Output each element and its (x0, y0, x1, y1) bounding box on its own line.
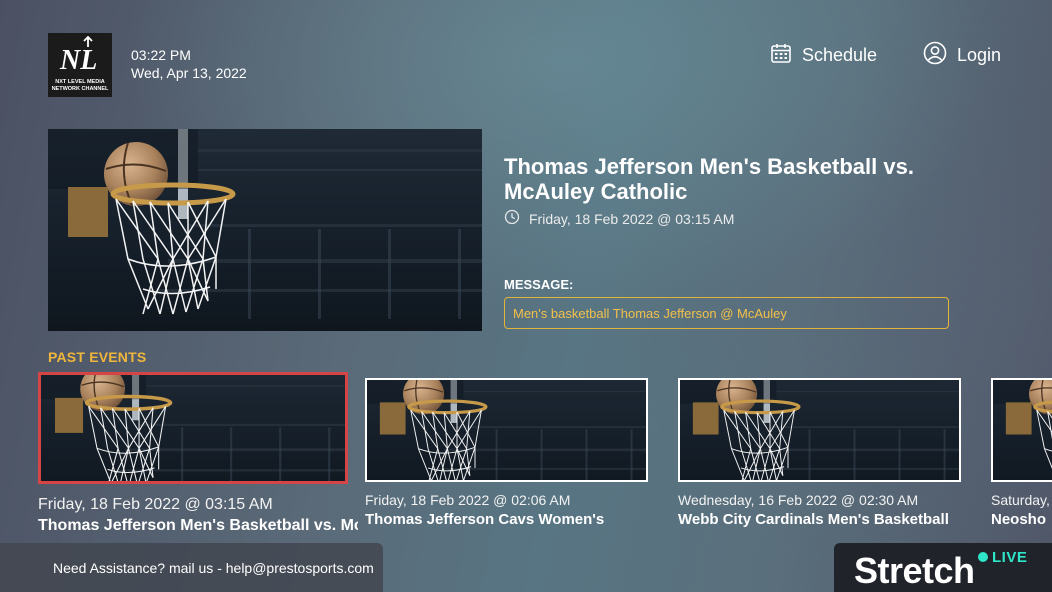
brand-logo: Stretch LIVE (834, 543, 1052, 592)
clock-icon (504, 209, 520, 228)
calendar-icon (770, 42, 792, 69)
featured-datetime-text: Friday, 18 Feb 2022 @ 03:15 AM (529, 210, 735, 227)
logo-caption-1: NXT LEVEL MEDIA (55, 79, 104, 85)
schedule-button[interactable]: Schedule (770, 42, 877, 68)
featured-thumbnail[interactable] (48, 129, 482, 331)
help-text[interactable]: Need Assistance? mail us - help@prestosp… (53, 560, 374, 576)
event-card[interactable]: Friday, 18 Feb 2022 @ 03:15 AM Thomas Je… (38, 372, 358, 542)
current-date: Wed, Apr 13, 2022 (131, 65, 247, 81)
event-card[interactable]: Wednesday, 16 Feb 2022 @ 02:30 AM Webb C… (678, 378, 968, 538)
event-title: Thomas Jefferson Men's Basketball vs. Mc… (38, 517, 358, 534)
clock: 03:22 PM Wed, Apr 13, 2022 (131, 46, 247, 82)
message-box: Men's basketball Thomas Jefferson @ McAu… (504, 297, 949, 329)
event-thumbnail (991, 378, 1052, 482)
event-title: Neosho (991, 511, 1047, 528)
login-label: Login (957, 44, 1002, 65)
help-bar: Need Assistance? mail us - help@prestosp… (0, 543, 383, 592)
past-events-title: PAST EVENTS (48, 349, 147, 365)
event-date: Friday, 18 Feb 2022 @ 02:06 AM (365, 492, 571, 508)
event-title: Thomas Jefferson Cavs Women's (365, 511, 605, 528)
event-thumbnail (38, 372, 348, 484)
event-card[interactable]: Friday, 18 Feb 2022 @ 02:06 AM Thomas Je… (365, 378, 655, 538)
event-date: Wednesday, 16 Feb 2022 @ 02:30 AM (678, 492, 919, 508)
message-label: MESSAGE: (504, 277, 574, 292)
live-dot-icon (978, 552, 988, 562)
event-thumbnail (365, 378, 648, 482)
brand-name: Stretch (854, 550, 975, 591)
message-text: Men's basketball Thomas Jefferson @ McAu… (513, 305, 787, 321)
featured-datetime: Friday, 18 Feb 2022 @ 03:15 AM (504, 209, 734, 228)
logo-caption-2: NETWORK CHANNEL (52, 86, 109, 92)
event-date: Friday, 18 Feb 2022 @ 03:15 AM (38, 496, 273, 513)
logo-mark: NL (59, 45, 97, 76)
featured-title: Thomas Jefferson Men's Basketball vs. Mc… (504, 154, 914, 204)
event-date: Saturday, (991, 492, 1050, 508)
brand-live-badge: LIVE (992, 549, 1028, 566)
current-time: 03:22 PM (131, 47, 191, 63)
event-card[interactable]: Saturday, Neosho (991, 378, 1052, 538)
event-thumbnail (678, 378, 961, 482)
user-circle-icon (923, 41, 947, 70)
event-title: Webb City Cardinals Men's Basketball (678, 511, 949, 528)
login-button[interactable]: Login (923, 41, 1002, 70)
schedule-label: Schedule (802, 44, 878, 65)
channel-logo: NL NXT LEVEL MEDIA NETWORK CHANNEL (48, 33, 112, 97)
